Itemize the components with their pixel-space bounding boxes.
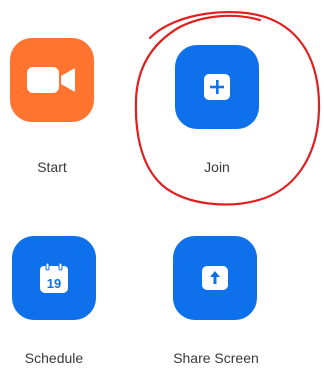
- zoom-home-actions: Start Join 19 Schedule Share Screen: [0, 0, 324, 369]
- share-up-arrow-icon: [202, 266, 228, 290]
- schedule-label: Schedule: [24, 350, 84, 366]
- schedule-button[interactable]: 19: [12, 236, 96, 320]
- start-label: Start: [37, 159, 67, 175]
- share-screen-label: Share Screen: [173, 350, 259, 366]
- calendar-day: 19: [47, 276, 61, 291]
- plus-icon: [204, 74, 230, 100]
- join-label: Join: [204, 159, 230, 175]
- join-button[interactable]: [175, 45, 259, 129]
- start-button[interactable]: [10, 38, 94, 122]
- video-camera-icon: [27, 67, 75, 93]
- calendar-icon: 19: [40, 263, 68, 293]
- share-screen-button[interactable]: [173, 236, 257, 320]
